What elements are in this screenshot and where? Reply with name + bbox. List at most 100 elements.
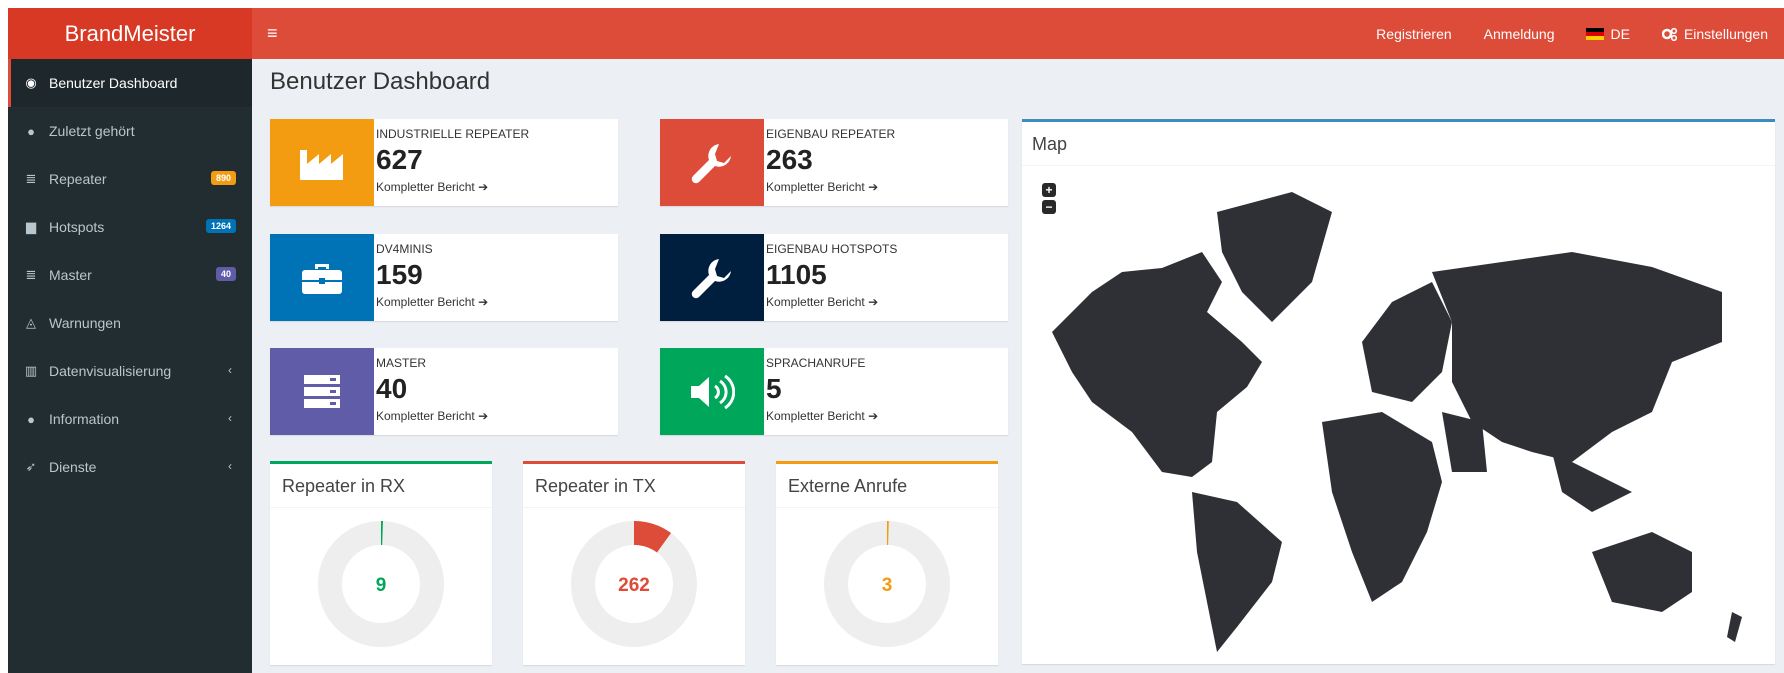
volume-icon	[660, 348, 764, 435]
full-report-link[interactable]: Kompletter Bericht ➔	[766, 180, 895, 194]
info-box-number: 40	[376, 373, 408, 404]
info-box-number: 159	[376, 259, 423, 290]
map-region-greenland[interactable]	[1217, 192, 1332, 322]
map-region-new-zealand[interactable]	[1727, 612, 1742, 642]
info-box-label: MASTER	[376, 356, 427, 370]
map-region-europe[interactable]	[1362, 282, 1452, 402]
sidebar-item-label: Information	[49, 411, 120, 427]
info-box-dv4minis: DV4MINIS 159 Kompletter Bericht ➔	[270, 234, 618, 321]
map-region-southeast-asia[interactable]	[1552, 452, 1632, 512]
sidebar-item-warnings[interactable]: ◬ Warnungen	[8, 299, 252, 347]
chevron-left-icon: ‹	[228, 411, 232, 425]
sidebar-item-label: Warnungen	[49, 315, 121, 331]
sidebar-item-label: Repeater	[49, 171, 107, 187]
register-link[interactable]: Registrieren	[1360, 26, 1467, 42]
info-box-number: 263	[766, 144, 813, 175]
sidebar-item-label: Master	[49, 267, 92, 283]
link-label: Kompletter Bericht	[766, 409, 865, 423]
sidebar-item-dashboard[interactable]: ◉ Benutzer Dashboard	[8, 59, 252, 107]
wrench-icon	[660, 119, 764, 206]
repeater-tx-donut: 262	[571, 521, 697, 647]
wrench-icon	[660, 234, 764, 321]
map-box: Map + −	[1022, 119, 1775, 664]
sidebar-item-master[interactable]: ≣ Master 40	[8, 251, 252, 299]
external-calls-box: Externe Anrufe 3	[776, 461, 998, 665]
info-box-label: INDUSTRIELLE REPEATER	[376, 127, 530, 141]
repeater-rx-donut: 9	[318, 521, 444, 647]
map-region-africa[interactable]	[1322, 412, 1442, 602]
settings-link[interactable]: Einstellungen	[1646, 26, 1784, 42]
map-region-south-america[interactable]	[1192, 492, 1282, 652]
sidebar-item-label: Benutzer Dashboard	[49, 75, 178, 91]
sidebar-item-information[interactable]: ● Information ‹	[8, 395, 252, 443]
brand-logo[interactable]: BrandMeister	[8, 8, 252, 59]
info-box-custom-hotspots: EIGENBAU HOTSPOTS 1105 Kompletter Berich…	[660, 234, 1008, 321]
sidebar-item-last-heard[interactable]: ● Zuletzt gehört	[8, 107, 252, 155]
box-title: Repeater in RX	[270, 464, 492, 508]
server-icon: ≣	[25, 267, 37, 282]
external-calls-donut: 3	[824, 521, 950, 647]
info-box-custom-repeater: EIGENBAU REPEATER 263 Kompletter Bericht…	[660, 119, 1008, 206]
repeater-tx-box: Repeater in TX 262	[523, 461, 745, 665]
chevron-left-icon: ‹	[228, 363, 232, 377]
arrow-circle-right-icon: ➔	[868, 409, 879, 423]
info-icon: ●	[27, 411, 35, 427]
box-title: Externe Anrufe	[776, 464, 998, 508]
menu-toggle-icon[interactable]: ≡	[267, 8, 278, 59]
server-icon	[270, 348, 374, 435]
info-box-number: 5	[766, 373, 782, 404]
count-badge: 1264	[205, 219, 236, 233]
map-region-north-america[interactable]	[1052, 252, 1262, 477]
sidebar-item-repeater[interactable]: ≣ Repeater 890	[8, 155, 252, 203]
sidebar-item-label: Dienste	[49, 459, 97, 475]
donut-value: 262	[618, 575, 650, 596]
info-box-master: MASTER 40 Kompletter Bericht ➔	[270, 348, 618, 435]
info-box-number: 1105	[766, 259, 827, 290]
language-selector[interactable]: DE	[1570, 26, 1645, 42]
info-box-number: 627	[376, 144, 423, 175]
map-region-australia[interactable]	[1592, 532, 1692, 612]
arrow-circle-right-icon: ➔	[868, 180, 879, 194]
link-label: Kompletter Bericht	[766, 180, 865, 194]
sidebar-item-label: Zuletzt gehört	[49, 123, 135, 139]
sidebar-item-label: Hotspots	[49, 219, 105, 235]
sidebar-item-hotspots[interactable]: ▆ Hotspots 1264	[8, 203, 252, 251]
full-report-link[interactable]: Kompletter Bericht ➔	[766, 409, 878, 423]
info-box-label: EIGENBAU REPEATER	[766, 127, 896, 141]
info-box-voice-calls: SPRACHANRUFE 5 Kompletter Bericht ➔	[660, 348, 1008, 435]
box-title: Map	[1022, 122, 1775, 166]
arrow-circle-right-icon: ➔	[478, 409, 489, 423]
sidebar-item-label: Datenvisualisierung	[49, 363, 172, 379]
full-report-link[interactable]: Kompletter Bericht ➔	[376, 180, 529, 194]
full-report-link[interactable]: Kompletter Bericht ➔	[376, 295, 488, 309]
link-label: Kompletter Bericht	[376, 409, 475, 423]
top-nav-links: Registrieren Anmeldung DE Einstellungen	[1360, 8, 1784, 59]
arrow-circle-right-icon: ➔	[478, 295, 489, 309]
arrow-circle-right-icon: ➔	[478, 180, 489, 194]
sidebar-item-services[interactable]: ➶ Dienste ‹	[8, 443, 252, 491]
login-link[interactable]: Anmeldung	[1468, 26, 1571, 42]
link-label: Kompletter Bericht	[766, 295, 865, 309]
donut-value: 3	[882, 575, 893, 596]
info-box-label: SPRACHANRUFE	[766, 356, 866, 370]
box-title: Repeater in TX	[523, 464, 745, 508]
rocket-icon: ➶	[25, 459, 37, 474]
bell-icon: ◬	[26, 315, 36, 330]
briefcase-icon	[270, 234, 374, 321]
settings-label: Einstellungen	[1683, 25, 1768, 42]
sidebar: ◉ Benutzer Dashboard ● Zuletzt gehört ≣ …	[8, 59, 252, 673]
info-box-label: EIGENBAU HOTSPOTS	[766, 242, 898, 256]
cogs-icon	[1661, 27, 1678, 41]
sidebar-item-data-visualization[interactable]: ▥ Datenvisualisierung ‹	[8, 347, 252, 395]
full-report-link[interactable]: Kompletter Bericht ➔	[766, 295, 897, 309]
info-box-label: DV4MINIS	[376, 242, 433, 256]
link-label: Kompletter Bericht	[376, 180, 475, 194]
donut-value: 9	[376, 575, 387, 596]
world-map[interactable]	[1032, 172, 1765, 657]
link-label: Kompletter Bericht	[376, 295, 475, 309]
chevron-left-icon: ‹	[228, 459, 232, 473]
full-report-link[interactable]: Kompletter Bericht ➔	[376, 409, 488, 423]
german-flag-icon	[1586, 27, 1605, 40]
count-badge: 890	[210, 171, 236, 185]
top-navbar: ≡ Registrieren Anmeldung DE Einstellunge…	[252, 8, 1784, 59]
